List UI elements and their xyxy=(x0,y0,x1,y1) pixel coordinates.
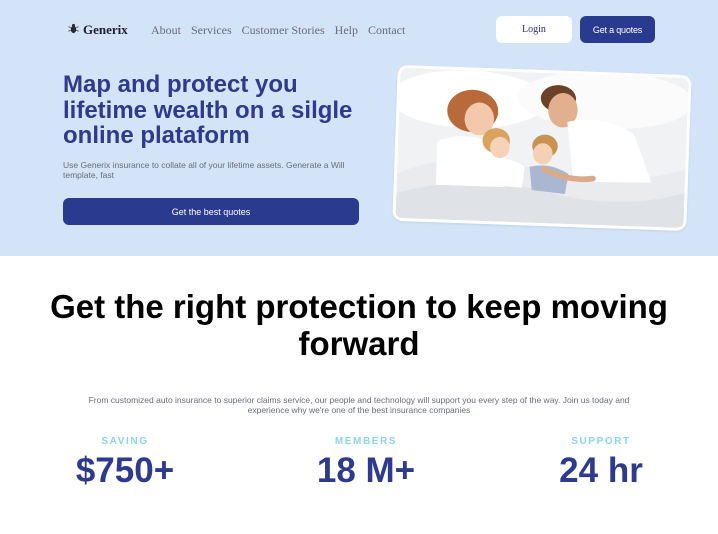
brand-name: Generix xyxy=(83,22,128,37)
stat-value: 24 hr xyxy=(559,451,643,490)
section-title: Get the right protection to keep moving … xyxy=(50,288,668,362)
family-in-bed-photo xyxy=(392,64,692,232)
nav-link-services[interactable]: Services xyxy=(191,23,232,38)
hero-subtitle: Use Generix insurance to collate all of … xyxy=(63,160,345,180)
brand-logo[interactable]: Generix xyxy=(68,22,128,38)
stat-value: 18 M+ xyxy=(316,451,416,490)
stat-saving: SAVING $750+ xyxy=(60,436,190,491)
nav-link-customer-stories[interactable]: Customer Stories xyxy=(242,23,325,38)
beetle-logo-icon xyxy=(68,21,79,39)
section-subtitle: From customized auto insurance to superi… xyxy=(88,395,630,415)
get-quotes-button[interactable]: Get a quotes xyxy=(580,16,655,43)
stat-label: SAVING xyxy=(101,436,149,447)
best-quotes-button[interactable]: Get the best quotes xyxy=(63,198,359,225)
main-nav: About Services Customer Stories Help Con… xyxy=(151,22,405,38)
nav-link-about[interactable]: About xyxy=(151,23,181,38)
login-button[interactable]: Login xyxy=(496,16,572,43)
hero-title: Map and protect you lifetime wealth on a… xyxy=(63,71,353,149)
nav-link-contact[interactable]: Contact xyxy=(368,23,405,38)
stat-label: MEMBERS xyxy=(334,436,398,447)
stat-label: SUPPORT xyxy=(571,436,631,447)
nav-link-help[interactable]: Help xyxy=(335,23,358,38)
stat-members: MEMBERS 18 M+ xyxy=(300,436,432,491)
stat-support: SUPPORT 24 hr xyxy=(540,436,662,491)
stat-value: $750+ xyxy=(75,451,175,490)
